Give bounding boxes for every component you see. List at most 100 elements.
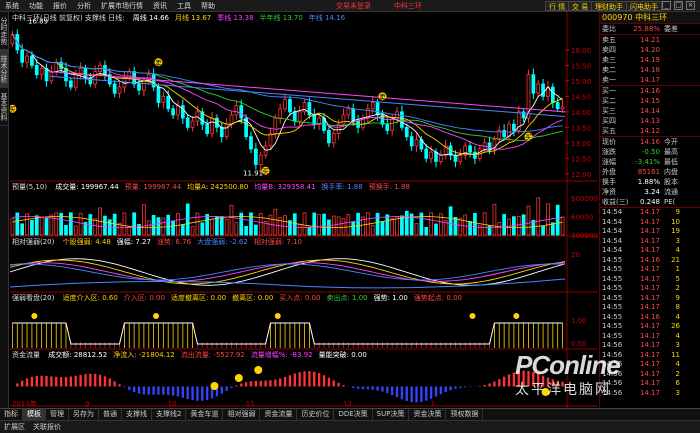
money-marker	[210, 382, 219, 390]
candle-body	[176, 105, 180, 116]
indicator-tab[interactable]: 资金流量	[260, 409, 298, 420]
buy-order-row[interactable]: 买二 14.15	[600, 96, 700, 106]
x-axis-label: 1	[431, 400, 435, 408]
kline-title-bar: 中科三环(日线 前复权) 支撑线 日线: 周线 14.66 月线 13.67 季线 …	[12, 13, 357, 23]
status-related-quote[interactable]: 关联报价	[29, 422, 65, 432]
sell-order-row[interactable]: 卖二 14.18	[600, 65, 700, 75]
buy-order-row[interactable]: 买五 14.12	[600, 126, 700, 136]
buy-order-row[interactable]: 买四 14.13	[600, 116, 700, 126]
indicator-tab[interactable]: 相对强弱	[223, 409, 261, 420]
volume-bar	[526, 205, 531, 236]
status-ext-area[interactable]: 扩展区	[0, 422, 29, 432]
money-labels: 成交额: 28812.52 净流入: -21804.12 流出流量: -5527.9…	[48, 351, 373, 359]
rsi-title: 相对强弱(20)	[12, 238, 55, 246]
volume-bar	[78, 212, 83, 236]
trade-button[interactable]: 交 易	[568, 1, 593, 11]
volume-bar	[400, 215, 404, 236]
y-tick-label: 16.00	[571, 47, 591, 55]
candle-body	[283, 99, 287, 110]
tab-fundamentals[interactable]: 基本资料	[0, 88, 9, 126]
menu-item-help[interactable]: 帮助	[196, 0, 220, 12]
quote-row[interactable]: 现价 14.16 今开	[600, 137, 700, 147]
y-tick-label: 13.00	[571, 140, 591, 148]
candle-body	[166, 95, 171, 110]
sell-order-row[interactable]: 卖五 14.21	[600, 35, 700, 45]
indicator-tab[interactable]: 模板	[23, 409, 46, 420]
strength-marker	[513, 313, 520, 319]
tab-technical[interactable]: 技术分析	[0, 50, 9, 88]
quote-row[interactable]: 收益(三) 0.248 PE(	[600, 197, 700, 207]
ma-line	[12, 34, 563, 150]
volume-label: 均量B: 329358.41	[254, 183, 316, 191]
volume-bar	[68, 212, 73, 236]
indicator-tab[interactable]: 支撑线2	[152, 409, 187, 420]
candle-body	[327, 130, 331, 144]
menu-bar: 系统 功能 报价 分析 扩展市场行情 资讯 工具 帮助 交易未登录 中科三环 行…	[0, 0, 700, 12]
quote-panel: 000970 中科三环 委比 25.88% 委差 卖五 14.21 卖四 14.20 卖…	[599, 12, 700, 408]
candle-body	[438, 154, 443, 162]
volume-bar	[521, 214, 526, 236]
finance-helper-button[interactable]: 理财助手	[591, 1, 627, 11]
volume-bar	[20, 223, 25, 236]
sell-order-row[interactable]: 卖一 14.17	[600, 75, 700, 85]
menu-item-ext-market[interactable]: 扩展市场行情	[96, 0, 148, 12]
quote-details: 现价 14.16 今开 涨跌 -0.50 最高 涨幅 -3.41% 最低 外盘 85161 内盘 换手 1…	[600, 136, 700, 207]
flash-helper-button[interactable]: 闪电助手	[626, 1, 662, 11]
sell-order-row[interactable]: 卖四 14.20	[600, 45, 700, 55]
candle-body	[39, 68, 44, 76]
x-axis-label: 12	[343, 400, 352, 408]
quote-row[interactable]: 涨跌 -0.50 最高	[600, 147, 700, 157]
candle-body	[229, 114, 234, 125]
strength-marker	[31, 313, 38, 319]
candle-body	[34, 64, 39, 76]
buy-order-row[interactable]: 买一 14.16	[600, 86, 700, 96]
quote-row[interactable]: 换手 1.88% 股本	[600, 177, 700, 187]
volume-bar	[292, 213, 297, 236]
volume-bar	[64, 224, 68, 236]
menu-item-system[interactable]: 系统	[0, 0, 24, 12]
indicator-tab[interactable]: 历史价位	[297, 409, 335, 420]
quote-button[interactable]: 行 情	[545, 1, 570, 11]
indicator-tab[interactable]: DDE决策	[334, 409, 373, 420]
candle-body	[171, 108, 175, 116]
chart-area[interactable]: 16.00 15.50 15.00 14.50 14.00 13.50 13.00 12.50…	[8, 12, 598, 408]
quote-row[interactable]: 涨幅 -3.41% 最低	[600, 157, 700, 167]
volume-bar	[180, 224, 185, 236]
indicator-tab[interactable]: 预权数据	[446, 409, 484, 420]
indicator-tab[interactable]: 黄金车道	[186, 409, 224, 420]
volume-bar	[205, 213, 210, 236]
indicator-tab[interactable]: 另存为	[69, 409, 99, 420]
quote-row[interactable]: 外盘 85161 内盘	[600, 167, 700, 177]
strength-label: 介入区: 0.00	[123, 294, 165, 302]
strength-line	[12, 322, 563, 345]
tick-row: 14:55 14.17 5	[602, 274, 680, 283]
indicator-tab[interactable]: 指标	[0, 409, 23, 420]
indicator-tab[interactable]: 支撑线	[122, 409, 152, 420]
close-icon[interactable]: ×	[686, 1, 695, 10]
x-axis-label: 11	[246, 400, 255, 408]
menu-item-quote[interactable]: 报价	[48, 0, 72, 12]
quote-row[interactable]: 净资 3.24 流通	[600, 187, 700, 197]
money-title: 资金流量	[12, 351, 40, 359]
candle-body	[185, 117, 190, 128]
volume-bar	[15, 212, 20, 236]
volume-bar	[161, 217, 166, 236]
minimize-icon[interactable]: _	[662, 1, 671, 10]
indicator-tab[interactable]: 普通	[99, 409, 122, 420]
indicator-tab[interactable]: 管理	[46, 409, 69, 420]
x-axis-label: 10	[168, 400, 177, 408]
menu-item-tools[interactable]: 工具	[172, 0, 196, 12]
indicator-tab[interactable]: SUP决策	[373, 409, 410, 420]
indicator-tab[interactable]: 资金决策	[409, 409, 447, 420]
trade-login-status[interactable]: 交易未登录	[336, 1, 371, 11]
menu-item-analysis[interactable]: 分析	[72, 0, 96, 12]
chart-canvas[interactable]: 16.00 15.50 15.00 14.50 14.00 13.50 13.00 12.50…	[8, 12, 598, 408]
buy-order-row[interactable]: 买三 14.14	[600, 106, 700, 116]
strength-label: 适度介入区: 0.60	[62, 294, 118, 302]
menu-item-info[interactable]: 资讯	[148, 0, 172, 12]
maximize-icon[interactable]: □	[674, 1, 683, 10]
tab-intraday[interactable]: 分时走势	[0, 12, 9, 50]
sell-order-row[interactable]: 卖三 14.19	[600, 55, 700, 65]
menu-item-function[interactable]: 功能	[24, 0, 48, 12]
volume-bar	[190, 226, 195, 236]
